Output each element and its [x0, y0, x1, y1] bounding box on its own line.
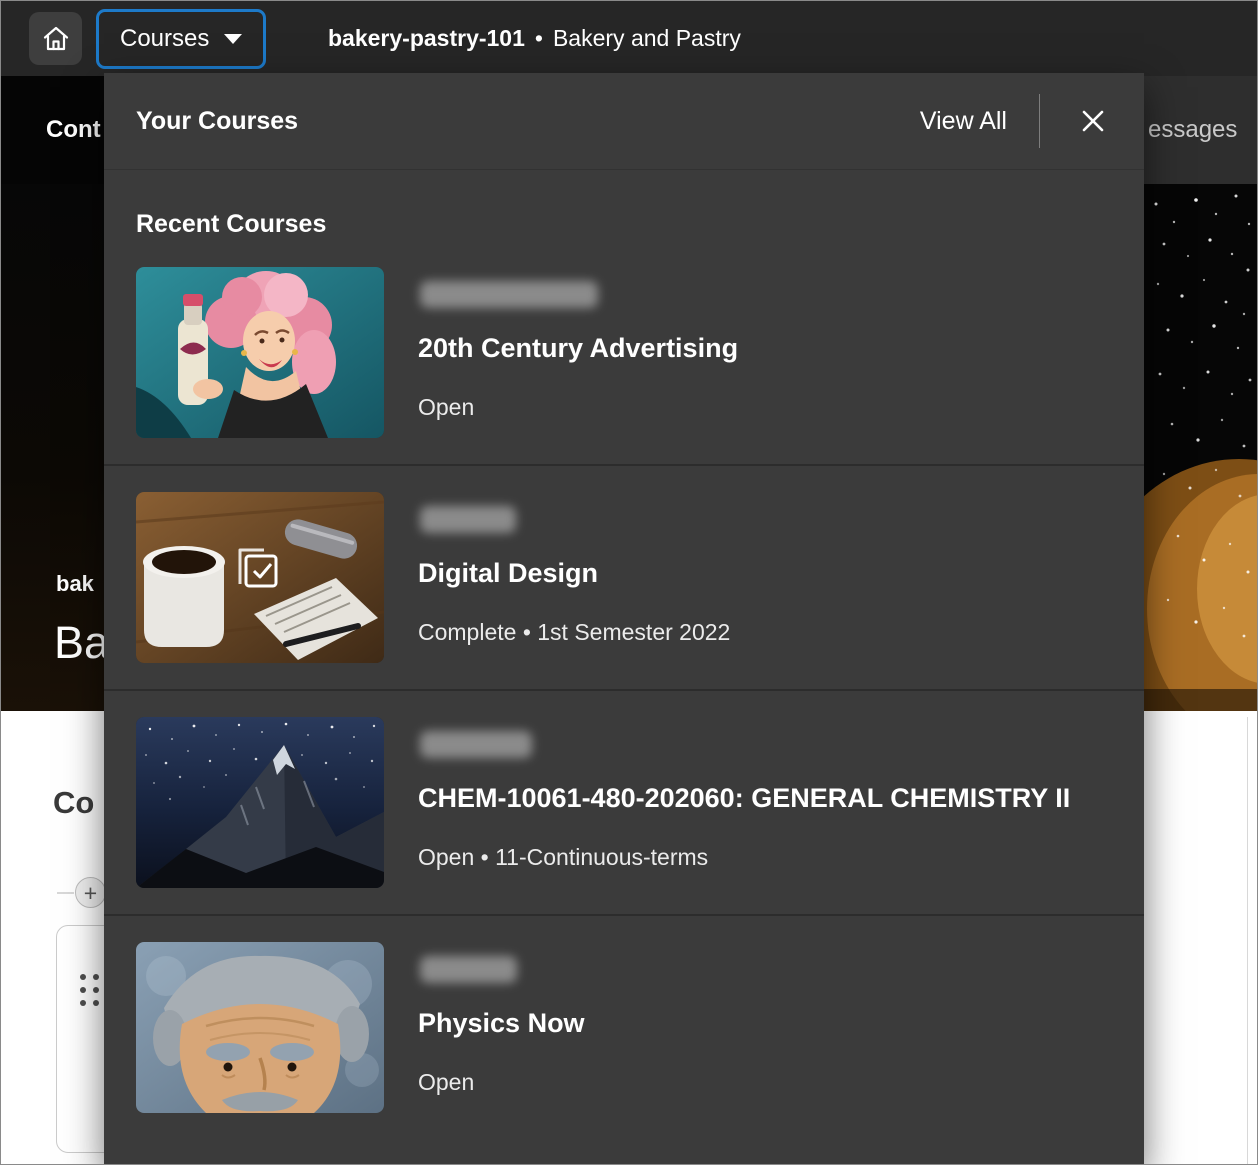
close-icon [1078, 106, 1108, 136]
course-title: Digital Design [418, 558, 730, 589]
home-icon [42, 25, 70, 52]
courses-button-label: Courses [120, 25, 209, 53]
add-content-button[interactable]: + [75, 877, 106, 908]
breadcrumb-course-id: bakery-pastry-101 [328, 25, 525, 52]
breadcrumb-separator: • [535, 25, 543, 52]
recent-courses-heading: Recent Courses [136, 210, 1144, 239]
panel-header: Your Courses View All [104, 73, 1144, 170]
course-row-20th-century-advertising[interactable]: 20th Century Advertising Open [104, 241, 1144, 464]
redacted-course-id-chip [420, 506, 516, 533]
tab-content-label: Cont [46, 116, 101, 144]
courses-dropdown-button[interactable]: Courses [96, 9, 266, 69]
course-meta: Physics Now Open [418, 942, 585, 1113]
course-title: Physics Now [418, 1008, 585, 1039]
course-status: Open • 11-Continuous-terms [418, 844, 1070, 871]
course-thumbnail-einstein-figurine [136, 942, 384, 1113]
course-status: Open [418, 1069, 585, 1096]
course-title: 20th Century Advertising [418, 333, 738, 364]
view-all-link[interactable]: View All [920, 107, 1007, 136]
courses-dropdown-panel: Your Courses View All Recent Courses [104, 73, 1144, 1165]
banner-course-id-partial: bak [56, 571, 94, 597]
content-card-right-edge [1247, 717, 1248, 1165]
panel-title: Your Courses [136, 107, 298, 136]
redacted-course-id-chip [420, 731, 532, 758]
top-navigation-bar: Courses bakery-pastry-101 • Bakery and P… [1, 1, 1257, 76]
course-banner-pastry-image [1144, 184, 1258, 711]
course-meta: CHEM-10061-480-202060: GENERAL CHEMISTRY… [418, 717, 1070, 888]
add-content-divider [57, 892, 74, 894]
tab-messages-partial[interactable]: essages [1144, 76, 1258, 184]
banner-course-title-partial: Ba [54, 617, 109, 669]
course-status: Complete • 1st Semester 2022 [418, 619, 730, 646]
page-content-right [1144, 711, 1258, 1165]
breadcrumb-course-name: Bakery and Pastry [553, 25, 741, 52]
redacted-course-id-chip [420, 281, 598, 308]
course-row-general-chemistry[interactable]: CHEM-10061-480-202060: GENERAL CHEMISTRY… [104, 689, 1144, 914]
course-meta: Digital Design Complete • 1st Semester 2… [418, 492, 730, 663]
content-heading-partial: Co [53, 785, 94, 821]
course-thumbnail-advertising [136, 267, 384, 438]
header-vertical-divider [1039, 94, 1040, 148]
course-row-digital-design[interactable]: Digital Design Complete • 1st Semester 2… [104, 464, 1144, 689]
screen: Courses bakery-pastry-101 • Bakery and P… [0, 0, 1258, 1165]
course-thumbnail-coffee-notebook [136, 492, 384, 663]
course-status: Open [418, 394, 738, 421]
course-title: CHEM-10061-480-202060: GENERAL CHEMISTRY… [418, 783, 1070, 814]
redacted-course-id-chip [420, 956, 517, 983]
course-meta: 20th Century Advertising Open [418, 267, 738, 438]
close-button[interactable] [1072, 100, 1114, 142]
breadcrumb: bakery-pastry-101 • Bakery and Pastry [328, 1, 741, 76]
caret-down-icon [224, 34, 242, 44]
course-row-physics-now[interactable]: Physics Now Open [104, 914, 1144, 1139]
tab-content-partial[interactable]: Cont [1, 76, 104, 184]
course-thumbnail-night-mountain [136, 717, 384, 888]
tab-messages-label: essages [1148, 116, 1237, 144]
drag-handle-icon[interactable] [80, 974, 99, 1006]
home-button[interactable] [29, 12, 82, 65]
